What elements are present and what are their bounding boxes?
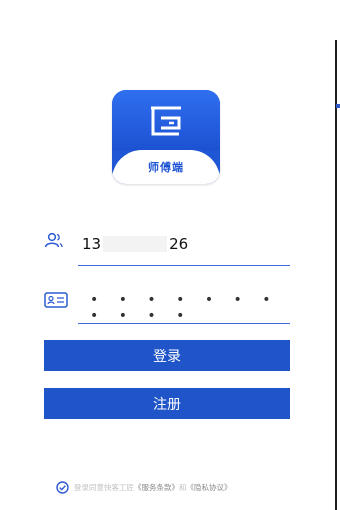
login-button[interactable]: 登录 [44,340,290,371]
workshop-icon [151,106,181,136]
agree-checkbox-icon[interactable] [56,480,69,494]
phone-mask [103,236,168,252]
edge-marker [336,104,340,108]
screen-edge [335,40,337,510]
password-mask: • • • • • • • • • • • [90,292,279,324]
logo-text: 师傅端 [148,161,184,174]
register-button[interactable]: 注册 [44,388,290,419]
phone-value: 13 26 [82,235,188,253]
logo-symbol-area [112,90,220,150]
agreement-and: 和 [179,482,187,492]
terms-link[interactable]: 《服务条款》 [134,482,179,493]
id-card-icon [44,292,68,308]
agreement-prefix: 登录同意快客工匠 [74,482,134,492]
phone-field[interactable]: 13 26 [44,232,290,266]
privacy-link[interactable]: 《隐私协议》 [187,482,232,493]
app-logo: 师傅端 [112,90,220,184]
phone-underline [78,265,290,266]
password-underline [78,323,290,324]
logo-label-area: 师傅端 [112,150,220,184]
phone-suffix: 26 [169,235,189,253]
password-field[interactable]: • • • • • • • • • • • [44,288,290,324]
agreement-row: 登录同意快客工匠 《服务条款》 和 《隐私协议》 [56,480,232,494]
phone-prefix: 13 [82,235,102,253]
user-icon [44,232,63,248]
